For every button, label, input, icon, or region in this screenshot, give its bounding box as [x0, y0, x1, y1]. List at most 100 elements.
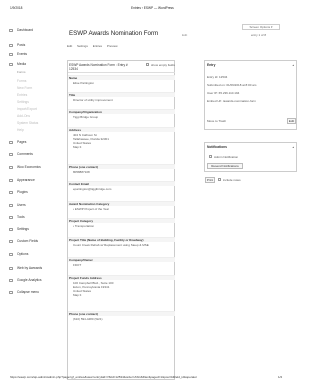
sidebar-item[interactable]: Entries	[9, 93, 53, 99]
print-date: 1/9/2018	[10, 6, 23, 10]
sidebar-item[interactable]: Woo Economics	[9, 165, 53, 171]
menu-icon	[9, 140, 13, 144]
print-button[interactable]: Print	[205, 177, 215, 183]
sidebar-item[interactable]: Media	[9, 62, 53, 68]
admin-notification-label: Admin Notification	[214, 155, 239, 159]
sidebar-item[interactable]: Tools	[9, 215, 53, 221]
admin-notification-checkbox[interactable]	[209, 155, 212, 158]
sidebar-item[interactable]: Forms	[9, 79, 53, 85]
sidebar-item[interactable]: Settings	[9, 100, 53, 106]
sidebar-item-label: Collapse menu	[17, 290, 39, 294]
page-title: ESWP Awards Nomination Form	[69, 30, 159, 37]
sidebar-item[interactable]: Web by Awwards	[9, 266, 53, 272]
sidebar-item[interactable]: New Form	[9, 86, 53, 92]
field-label: Contact Email	[68, 181, 175, 186]
include-notes-label: include notes	[223, 178, 241, 182]
edit-form-link[interactable]: Edit	[182, 33, 187, 37]
toolbar-preview[interactable]: Preview	[107, 44, 118, 48]
sidebar-item-label: Posts	[17, 43, 26, 47]
sidebar-item[interactable]: Comments	[9, 152, 53, 158]
sidebar-item[interactable]: Options	[9, 252, 53, 258]
sidebar-item-label: New Form	[17, 86, 33, 90]
sidebar-item[interactable]: Pages	[9, 140, 53, 146]
entry-info-box: Entry ▴ Entry Id: 12534 Submitted on: 01…	[204, 60, 297, 130]
embed-url[interactable]: Embed Url: /awards-nomination-form	[207, 99, 256, 103]
menu-icon	[9, 203, 13, 207]
sidebar-item-label: Events	[17, 52, 28, 56]
toolbar-edit[interactable]: Edit	[67, 44, 72, 48]
sidebar-item-label: Appearance	[17, 178, 35, 182]
field-value: 8058887108	[73, 170, 90, 174]
screen-options-button[interactable]: Screen Options ▾	[242, 24, 280, 30]
sidebar-item[interactable]: Dashboard	[9, 28, 53, 34]
edit-entry-button[interactable]: Edit	[287, 118, 296, 124]
notifications-title: Notifications	[207, 145, 227, 149]
collapse-icon[interactable]: ▴	[292, 145, 294, 149]
form-toolbar: Edit Settings Entries Preview	[67, 44, 122, 49]
field-value: Tiggi Bridge Group	[73, 115, 99, 119]
footer-url: https://eswp.com/wp-admin/admin.php?page…	[10, 375, 198, 379]
sidebar-item[interactable]: Settings	[9, 227, 53, 233]
field-label: Phone (one contact)	[68, 164, 175, 169]
user-ip: User IP: 65.236.110.194	[207, 91, 240, 95]
sidebar-item-label: Forms	[17, 79, 27, 83]
sidebar-item-label: Settings	[17, 100, 29, 104]
field-label: Company/Owner	[68, 257, 175, 262]
entry-pager[interactable]: entry 1 of 8	[251, 33, 266, 37]
field-label: Title	[68, 92, 175, 97]
sidebar-item[interactable]: Users	[9, 203, 53, 209]
entry-box-title: Entry	[207, 63, 216, 67]
sidebar-item-label: Comments	[17, 152, 33, 156]
print-title: Entries ‹ ESWP — WordPress	[131, 6, 174, 10]
field-value: • Transportation	[73, 224, 95, 228]
sidebar-item[interactable]: Custom Fields	[9, 239, 53, 245]
menu-icon	[9, 239, 13, 243]
field-label: Project Title (Name of Building, Facilit…	[68, 237, 175, 242]
sidebar-item[interactable]: Forms	[9, 70, 53, 76]
menu-icon	[9, 28, 13, 32]
sidebar-item-label: Entries	[17, 93, 28, 97]
sidebar-item[interactable]: Events	[9, 52, 53, 58]
menu-icon	[9, 43, 13, 47]
menu-icon	[9, 252, 13, 256]
menu-icon	[9, 152, 13, 156]
show-empty-checkbox[interactable]	[146, 63, 149, 66]
footer-page: 1/2	[278, 375, 283, 379]
menu-icon	[9, 227, 13, 231]
sidebar-item[interactable]: Collapse menu	[9, 290, 53, 296]
collapse-icon[interactable]: ▴	[292, 63, 294, 67]
sidebar-item-label: Custom Fields	[17, 239, 39, 243]
show-empty-label: show empty fields	[151, 63, 175, 67]
sidebar-item[interactable]: Help	[9, 128, 53, 134]
toolbar-entries[interactable]: Entries	[93, 44, 102, 48]
menu-icon	[9, 215, 13, 219]
sidebar-item-label: Tools	[17, 215, 25, 219]
sidebar-item[interactable]: Add-Ons	[9, 114, 53, 120]
menu-icon	[9, 290, 13, 294]
menu-icon	[9, 178, 13, 182]
sidebar-item[interactable]: Google Analytics	[9, 278, 53, 284]
sidebar-item[interactable]: Plugins	[9, 190, 53, 196]
sidebar-item-label: Media	[17, 62, 26, 66]
field-value: 404 N Calhoun St Tallahassee, Florida 32…	[73, 133, 109, 149]
field-value: 100 Campbell Blvd., Suite 100 Exton, Pen…	[73, 281, 114, 297]
toolbar-settings[interactable]: Settings	[77, 44, 88, 48]
include-notes-checkbox[interactable]	[218, 178, 221, 181]
menu-icon	[9, 190, 13, 194]
sidebar-item-label: System Status	[17, 121, 39, 125]
sidebar-item[interactable]: Posts	[9, 43, 53, 49]
submitted-on: Submitted on: 01/09/2018 at 8:00 am	[207, 83, 257, 87]
move-to-trash-link[interactable]: Move to Trash	[207, 119, 226, 123]
field-value: FDOT	[73, 263, 82, 267]
admin-sidebar: Dashboard Posts Events Media Forms Forms New F…	[9, 24, 53, 374]
field-value: Count Creek Rehab w/ Replacement using S…	[73, 243, 149, 247]
menu-icon	[9, 266, 13, 270]
entry-title: ESWP Awards Nomination Form : Entry # 12…	[69, 63, 128, 71]
menu-icon	[9, 278, 13, 282]
sidebar-item[interactable]: Appearance	[9, 178, 53, 184]
entry-detail: ESWP Awards Nomination Form : Entry # 12…	[67, 60, 175, 380]
field-label: Address	[68, 127, 175, 132]
sidebar-item[interactable]: Import/Export	[9, 107, 53, 113]
resend-notifications-button[interactable]: Resend Notifications	[207, 163, 243, 169]
sidebar-item[interactable]: System Status	[9, 121, 53, 127]
